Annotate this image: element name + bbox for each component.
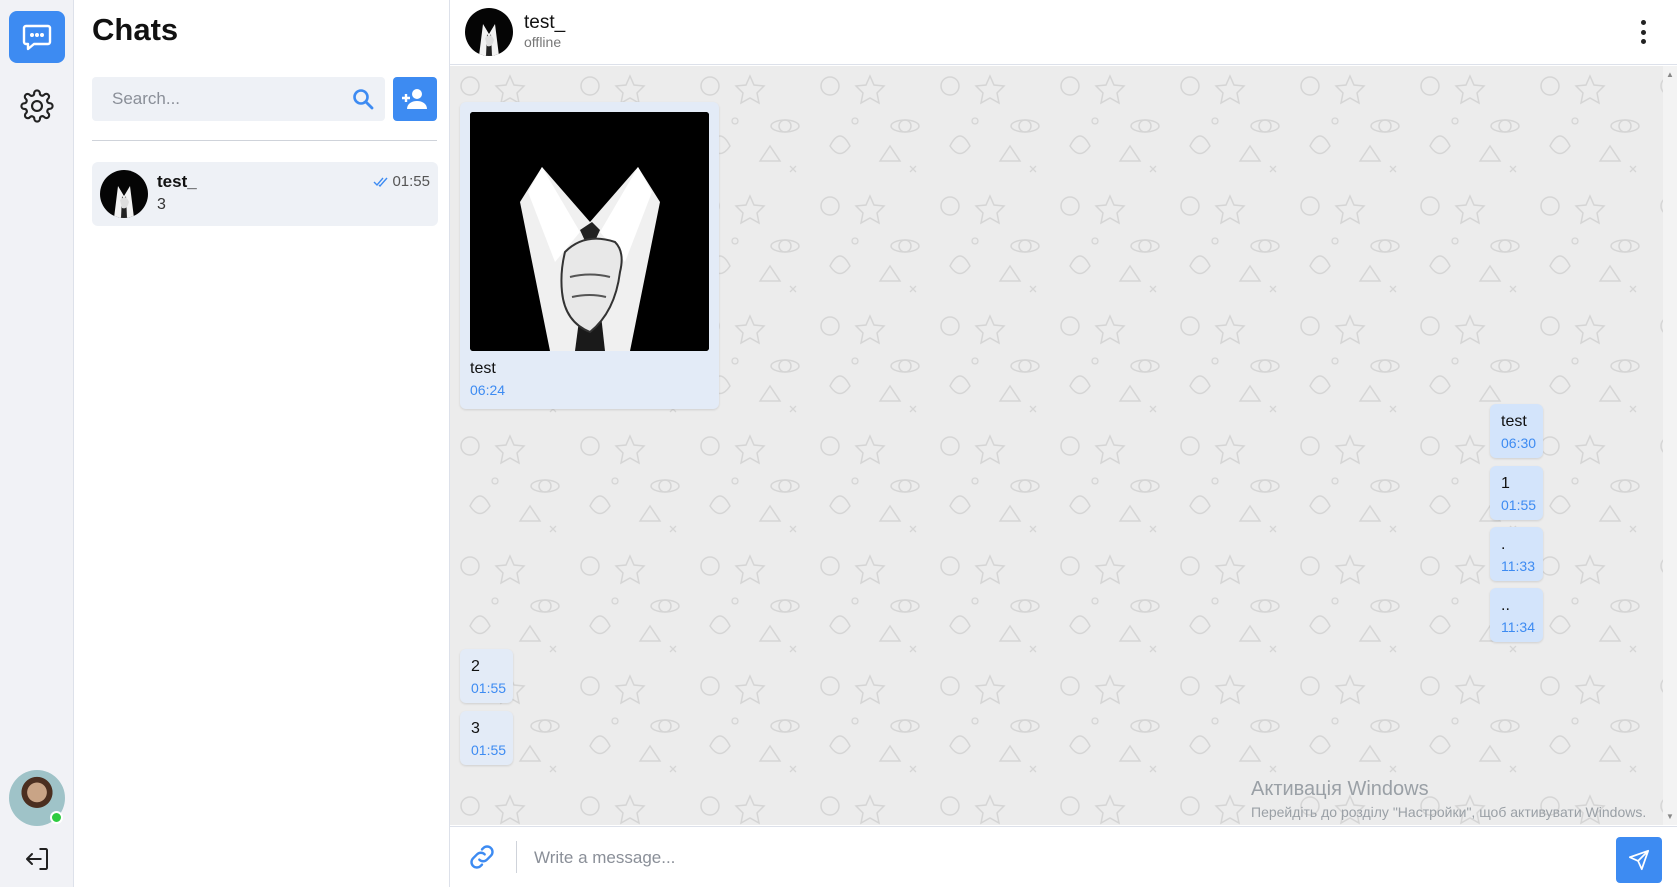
add-contact-button[interactable]: [393, 77, 437, 121]
message-text: ..: [1501, 597, 1510, 614]
message-bubble[interactable]: 3 01:55: [460, 711, 513, 765]
add-user-icon: [402, 89, 427, 109]
message-time: 01:55: [1501, 497, 1537, 513]
contact-avatar[interactable]: [465, 8, 513, 56]
message-text: 2: [471, 658, 480, 675]
message-bubble[interactable]: test 06:30: [1490, 404, 1543, 458]
message-list[interactable]: test 06:24 test 06:30 1 01:55 . 11:33 ..…: [450, 66, 1677, 825]
chat-name: test_: [157, 172, 197, 191]
conversation-area: test_ offline test 06:24 test 06:30 1 01…: [450, 0, 1677, 887]
windows-activation-title: Активація Windows: [1251, 778, 1429, 800]
chat-meta: 01:55: [373, 173, 430, 190]
message-time: 06:30: [1501, 435, 1537, 451]
message-bubble[interactable]: 1 01:55: [1490, 466, 1543, 520]
chat-list-item[interactable]: test_ 3 01:55: [92, 162, 438, 226]
search-input[interactable]: [112, 89, 342, 109]
message-scrollbar[interactable]: ▲ ▼: [1663, 66, 1677, 825]
message-bubble[interactable]: .. 11:34: [1490, 588, 1543, 642]
composer-divider: [516, 841, 517, 873]
online-status-indicator: [50, 811, 63, 824]
message-image[interactable]: [470, 112, 709, 351]
message-bubble[interactable]: . 11:33: [1490, 527, 1543, 581]
scroll-up-icon[interactable]: ▲: [1666, 70, 1674, 79]
message-time: 01:55: [471, 742, 507, 758]
chat-avatar: [100, 170, 148, 218]
message-bubble[interactable]: 2 01:55: [460, 649, 513, 703]
message-time: 11:33: [1501, 558, 1535, 574]
send-button[interactable]: [1616, 837, 1662, 883]
windows-activation-subtitle: Перейдіть до розділу "Настройки", щоб ак…: [1251, 804, 1647, 820]
logout-button[interactable]: [18, 840, 56, 878]
message-text: .: [1501, 536, 1506, 553]
divider: [92, 140, 437, 141]
chat-bubble-icon: [22, 24, 52, 51]
more-vertical-icon[interactable]: [1633, 20, 1653, 44]
message-composer: [450, 826, 1677, 887]
contact-status: offline: [524, 34, 562, 50]
message-input[interactable]: [534, 843, 1534, 873]
link-icon: [470, 845, 494, 869]
message-text: test: [470, 360, 496, 377]
message-bubble-image[interactable]: test 06:24: [460, 102, 719, 409]
conversation-header: test_ offline: [450, 0, 1677, 65]
chat-last-message: 3: [157, 196, 166, 213]
app-rail: [0, 0, 74, 887]
chats-panel: Chats test_ 3 01:55: [75, 0, 450, 887]
send-icon: [1628, 849, 1650, 871]
search-box: [92, 77, 385, 121]
settings-nav-button[interactable]: [9, 80, 65, 132]
gear-icon: [20, 89, 54, 123]
message-text: test: [1501, 413, 1527, 430]
chats-nav-button[interactable]: [9, 11, 65, 63]
chat-time: 01:55: [392, 173, 430, 190]
contact-name: test_: [524, 12, 566, 33]
logout-icon: [26, 848, 48, 870]
message-time: 06:24: [470, 382, 506, 398]
message-time: 11:34: [1501, 619, 1535, 635]
message-text: 3: [471, 720, 480, 737]
message-time: 01:55: [471, 680, 507, 696]
search-icon[interactable]: [351, 87, 375, 111]
attach-button[interactable]: [466, 841, 498, 878]
user-avatar[interactable]: [9, 770, 65, 826]
panel-title: Chats: [92, 12, 179, 47]
double-check-icon: [373, 177, 388, 187]
message-text: 1: [1501, 475, 1510, 492]
